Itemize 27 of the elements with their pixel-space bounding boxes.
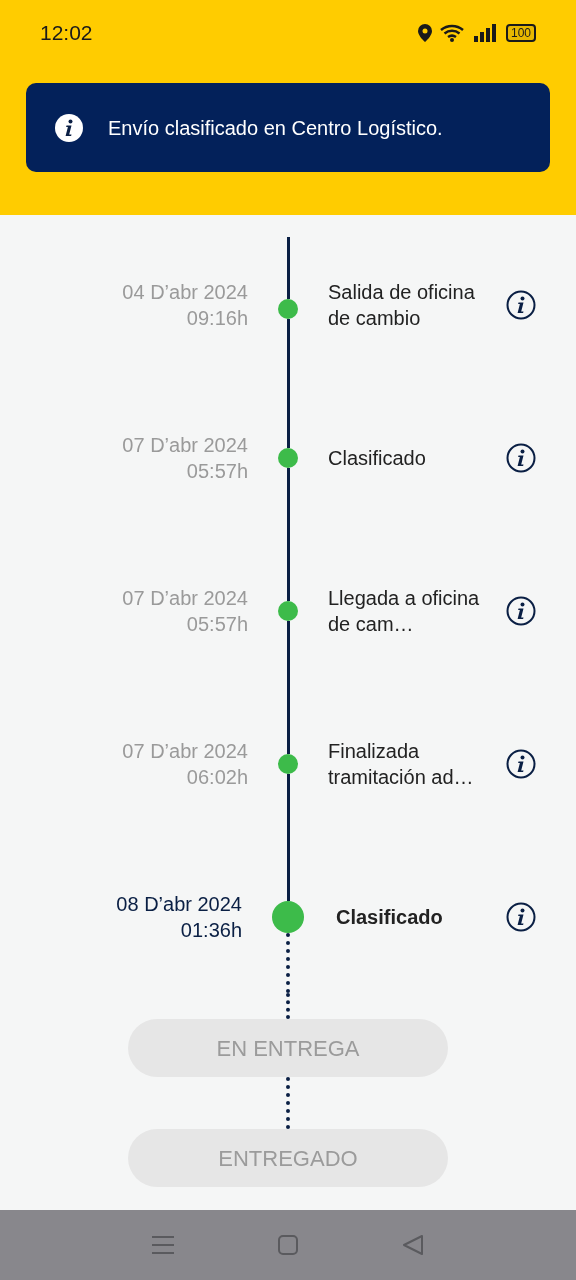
event-date: 04 D’abr 2024: [122, 279, 248, 305]
info-icon[interactable]: [506, 748, 536, 779]
event-label: Finalizada tramitación ad…: [328, 738, 475, 790]
wifi-icon: [439, 24, 466, 42]
event-time: 05:57h: [186, 611, 248, 637]
info-icon[interactable]: [506, 289, 536, 320]
event-date: 07 D’abr 2024: [122, 585, 248, 611]
event-label: Clasificado: [335, 904, 444, 930]
event-time: 09:16h: [186, 305, 248, 331]
event-date: 07 D’abr 2024: [122, 738, 248, 764]
event-date: 07 D’abr 2024: [122, 432, 248, 458]
info-icon[interactable]: [506, 901, 536, 932]
location-icon: [417, 24, 432, 42]
event-label: Llegada a oficina de cam…: [328, 585, 481, 637]
info-icon[interactable]: [54, 112, 84, 143]
battery-indicator: 100: [505, 24, 536, 42]
event-time: 06:02h: [186, 764, 248, 790]
info-icon[interactable]: [506, 442, 536, 473]
event-label: Clasificado: [328, 445, 427, 471]
event-date: 08 D’abr 2024: [116, 891, 242, 917]
info-icon[interactable]: [506, 595, 536, 626]
event-label: Salida de oficina de cambio: [328, 279, 476, 331]
signal-icon: [473, 24, 498, 42]
status-time: 12:02: [40, 20, 93, 47]
event-time: 05:57h: [186, 458, 248, 484]
toast-message: Envío clasificado en Centro Logístico.: [108, 115, 443, 141]
event-time: 01:36h: [180, 917, 242, 943]
